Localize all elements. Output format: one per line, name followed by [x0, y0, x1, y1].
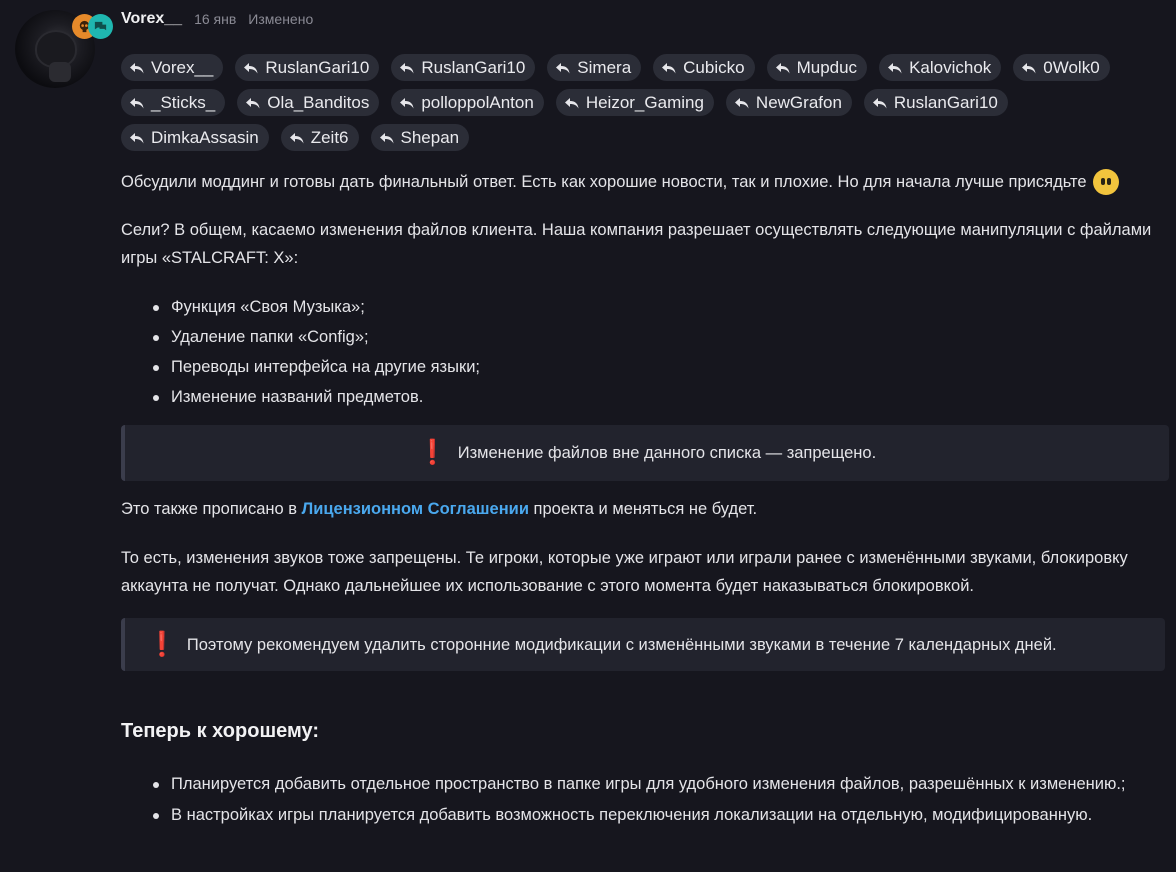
good-news-list: Планируется добавить отдельное пространс…: [121, 770, 1161, 832]
mention-chip[interactable]: RuslanGari10: [391, 54, 536, 81]
allowed-list-item: Удаление папки «Config»;: [121, 322, 480, 352]
mention-name: DimkaAssasin: [151, 128, 259, 147]
reply-arrow-icon: [662, 62, 676, 73]
license-agreement-link[interactable]: Лицензионном Соглашении: [302, 500, 529, 518]
post-date[interactable]: 16 янв: [194, 11, 236, 27]
reply-arrow-icon: [1022, 62, 1036, 73]
mention-name: Cubicko: [683, 58, 745, 77]
avatar-wrap: [15, 10, 113, 92]
username[interactable]: Vorex__: [121, 10, 182, 28]
reply-arrow-icon: [775, 62, 790, 73]
reply-arrow-icon: [888, 62, 902, 73]
section-heading: Теперь к хорошему:: [121, 720, 320, 742]
license-text-after: проекта и меняться не будет.: [528, 500, 758, 518]
mention-chip[interactable]: Shepan: [370, 124, 470, 151]
reply-arrow-icon: [130, 132, 144, 143]
callout-forbidden: ❗ Изменение файлов вне данного списка — …: [121, 425, 1169, 481]
callout-recommendation-text: Поэтому рекомендуем удалить сторонние мо…: [186, 635, 1057, 654]
mention-chip[interactable]: 0Wolk0: [1013, 54, 1110, 81]
chat-badge-icon[interactable]: [88, 14, 113, 39]
neutral-face-emoji-icon: [1092, 169, 1119, 195]
callout-forbidden-text: Изменение файлов вне данного списка — за…: [457, 444, 877, 462]
reply-arrow-icon: [872, 97, 887, 108]
callout-recommendation: ❗ Поэтому рекомендуем удалить сторонние …: [121, 618, 1165, 671]
mention-name: polloppolAnton: [421, 93, 534, 112]
reply-arrow-icon: [246, 97, 260, 108]
allowed-list-item: Изменение названий предметов.: [121, 382, 480, 412]
mention-name: Shepan: [400, 128, 460, 147]
good-news-list-item: Планируется добавить отдельное пространс…: [121, 770, 1161, 798]
allowed-list-item: Функция «Своя Музыка»;: [121, 292, 480, 322]
post: Vorex__ 16 янв Изменено Vorex__ RuslanGar…: [0, 0, 1176, 872]
reply-arrow-icon: [556, 62, 570, 73]
mention-name: NewGrafon: [755, 93, 842, 112]
mention-name: _Sticks_: [151, 93, 216, 112]
good-news-list-item: В настройках игры планируется добавить в…: [121, 801, 1161, 829]
mention-name: RuslanGari10: [893, 93, 998, 112]
mention-chip[interactable]: polloppolAnton: [391, 89, 544, 116]
exclamation-icon: ❗: [417, 439, 448, 466]
mention-chip[interactable]: Simera: [547, 54, 642, 81]
mention-name: Ola_Banditos: [267, 93, 370, 112]
reply-arrow-icon: [379, 132, 393, 143]
reply-arrow-icon: [564, 97, 579, 108]
mention-name: 0Wolk0: [1043, 58, 1100, 77]
paragraph-permissions: Сели? В общем, касаемо изменения файлов …: [121, 221, 1152, 267]
reply-arrow-icon: [130, 62, 144, 73]
mention-name: Zeit6: [310, 128, 349, 147]
mentions-list: Vorex__ RuslanGari10 RuslanGari10 Simera Cub…: [121, 54, 1161, 151]
mention-name: RuslanGari10: [265, 58, 370, 77]
mention-chip[interactable]: RuslanGari10: [235, 54, 380, 81]
mention-chip[interactable]: DimkaAssasin: [121, 124, 269, 151]
license-text-before: Это также прописано в: [121, 500, 302, 518]
mention-chip[interactable]: Cubicko: [653, 54, 755, 81]
reply-arrow-icon: [289, 132, 304, 143]
user-badges: [72, 14, 118, 42]
mention-chip[interactable]: Mupduc: [766, 54, 868, 81]
reply-arrow-icon: [400, 97, 414, 108]
mention-name: Vorex__: [151, 58, 214, 77]
mention-chip[interactable]: Ola_Banditos: [237, 89, 380, 116]
mention-name: Mupduc: [796, 58, 858, 77]
mention-name: Heizor_Gaming: [585, 93, 704, 112]
paragraph-sounds: То есть, изменения звуков тоже запрещены…: [121, 549, 1128, 595]
reply-arrow-icon: [734, 97, 749, 108]
mention-chip[interactable]: Zeit6: [280, 124, 359, 151]
mention-chip[interactable]: _Sticks_: [121, 89, 226, 116]
mention-chip[interactable]: NewGrafon: [725, 89, 852, 116]
allowed-list-item: Переводы интерфейса на другие языки;: [121, 352, 480, 382]
reply-arrow-icon: [130, 97, 144, 108]
reply-arrow-icon: [244, 62, 258, 73]
reply-arrow-icon: [400, 62, 414, 73]
allowed-list: Функция «Своя Музыка»; Удаление папки «Co…: [121, 292, 480, 412]
exclamation-icon: ❗: [147, 630, 177, 658]
mention-chip[interactable]: Heizor_Gaming: [555, 89, 714, 116]
mention-chip[interactable]: Kalovichok: [879, 54, 1002, 81]
mention-name: RuslanGari10: [421, 58, 526, 77]
mention-name: Kalovichok: [909, 58, 992, 77]
paragraph-intro-text: Обсудили моддинг и готовы дать финальный…: [121, 173, 1087, 191]
mention-chip[interactable]: RuslanGari10: [863, 89, 1008, 116]
paragraph-intro: Обсудили моддинг и готовы дать финальный…: [121, 168, 1119, 196]
post-header: Vorex__ 16 янв Изменено: [121, 10, 313, 28]
mention-name: Simera: [577, 58, 632, 77]
paragraph-license: Это также прописано в Лицензионном Согла…: [121, 495, 757, 523]
edited-label: Изменено: [248, 11, 314, 27]
mention-chip[interactable]: Vorex__: [121, 54, 224, 81]
